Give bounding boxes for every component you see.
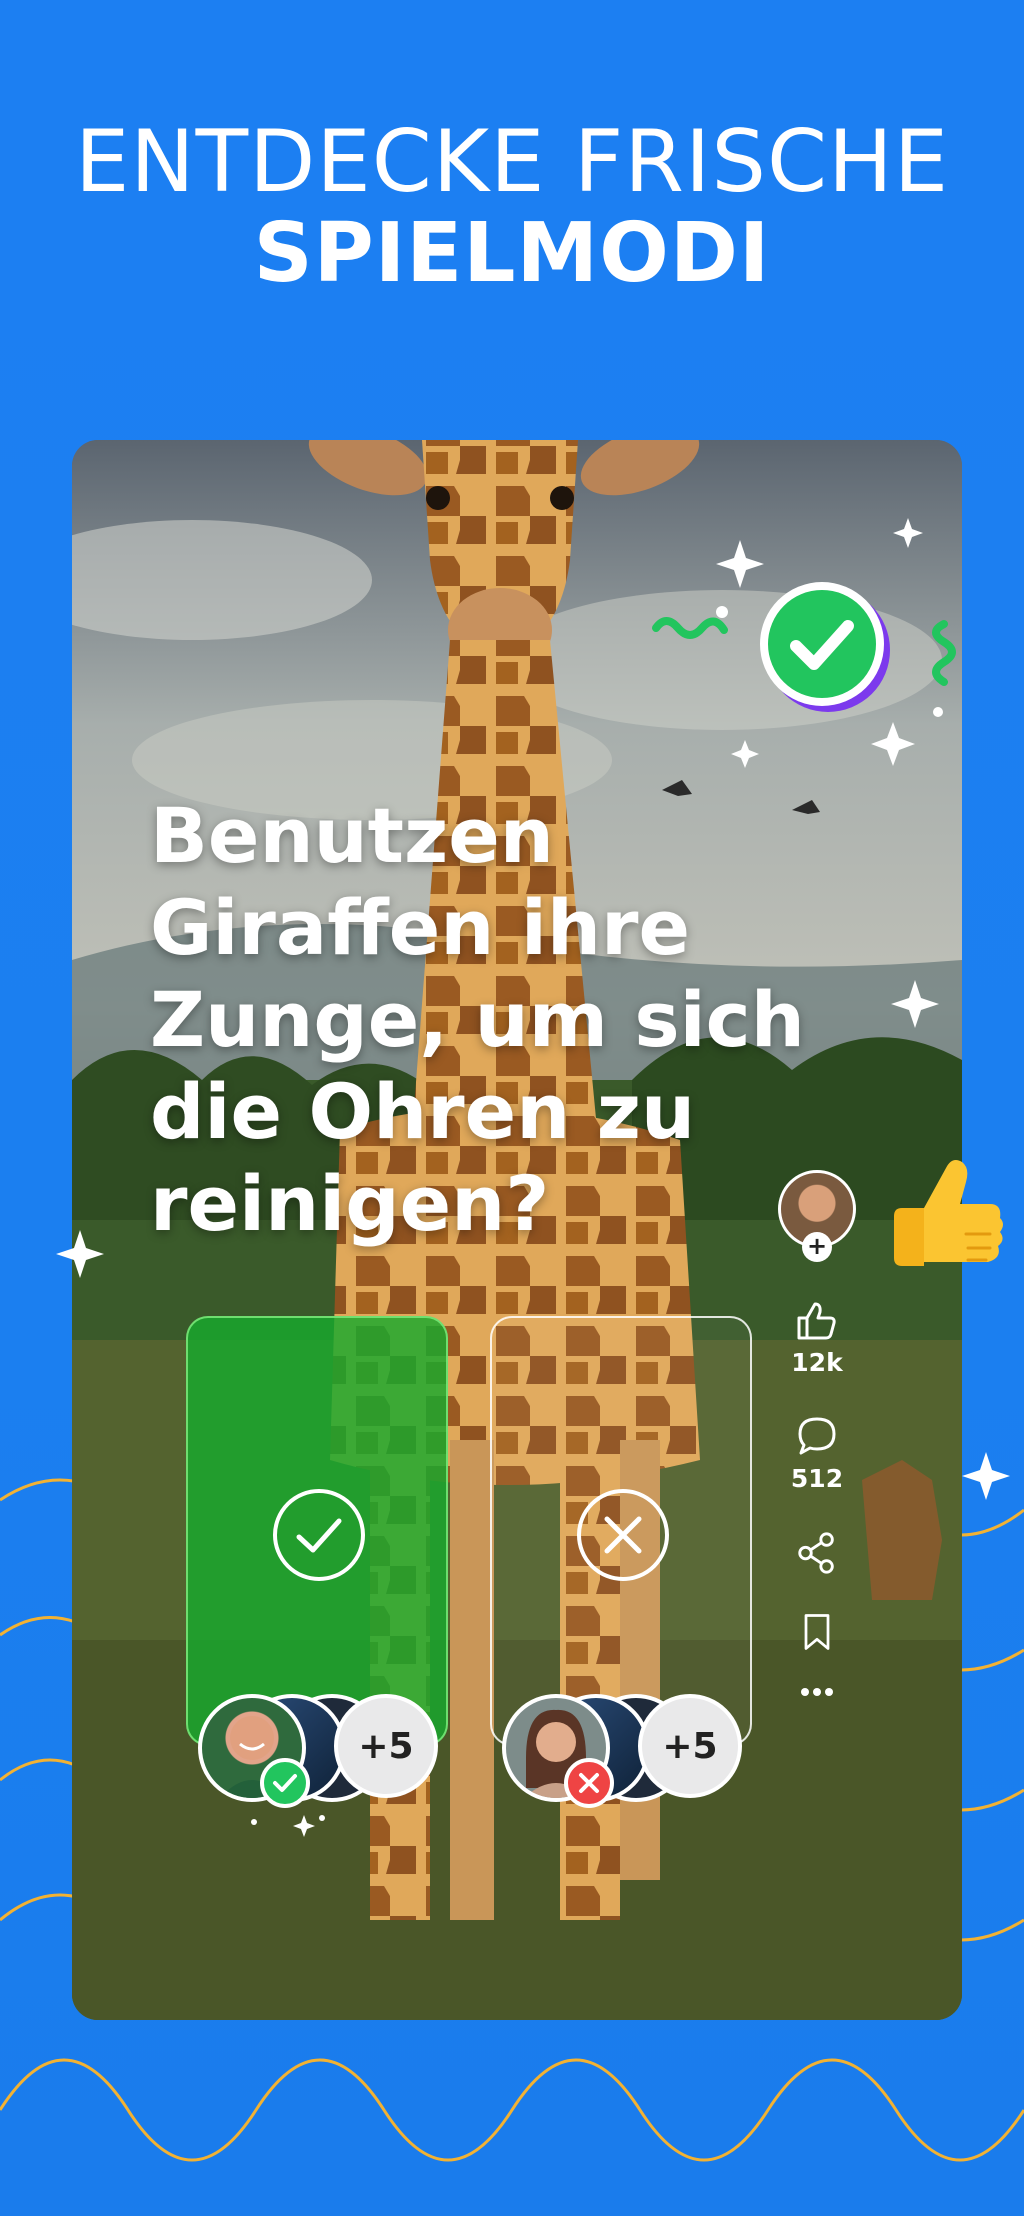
question-text: Benutzen Giraffen ihre Zunge, um sich di… xyxy=(150,791,805,1248)
more-voters-badge[interactable]: +5 xyxy=(638,1694,742,1798)
x-badge-icon xyxy=(564,1758,614,1808)
hero-title-line1: ENTDECKE FRISCHE xyxy=(74,112,950,212)
like-count: 12k xyxy=(791,1348,843,1377)
creator-avatar[interactable]: + xyxy=(774,1170,860,1262)
check-badge-icon xyxy=(260,1758,310,1808)
like-button[interactable]: 12k xyxy=(774,1296,860,1377)
more-dots-icon xyxy=(801,1688,833,1696)
comment-count: 512 xyxy=(790,1464,844,1493)
share-button[interactable] xyxy=(774,1530,860,1580)
more-options-button[interactable] xyxy=(774,1682,860,1706)
thumbs-up-outline-icon xyxy=(797,1302,836,1340)
comment-button[interactable]: 512 xyxy=(774,1412,860,1493)
bookmark-icon xyxy=(804,1614,830,1650)
more-voters-badge[interactable]: +5 xyxy=(334,1694,438,1798)
answer-no-option[interactable] xyxy=(490,1316,752,1746)
share-icon xyxy=(798,1532,834,1574)
answer-yes-option[interactable] xyxy=(186,1316,448,1746)
x-circle-icon xyxy=(577,1489,669,1581)
check-circle-icon xyxy=(273,1489,365,1581)
plus-icon[interactable]: + xyxy=(802,1232,832,1262)
correct-check-icon xyxy=(760,582,890,712)
comment-icon xyxy=(798,1417,836,1455)
promo-page: ENTDECKE FRISCHE SPIELMODI Benutzen Gira… xyxy=(0,0,1024,2216)
thumbs-up-emoji-icon xyxy=(894,1160,1003,1266)
bookmark-button[interactable] xyxy=(774,1610,860,1658)
hero-title-line2: SPIELMODI xyxy=(253,206,771,301)
